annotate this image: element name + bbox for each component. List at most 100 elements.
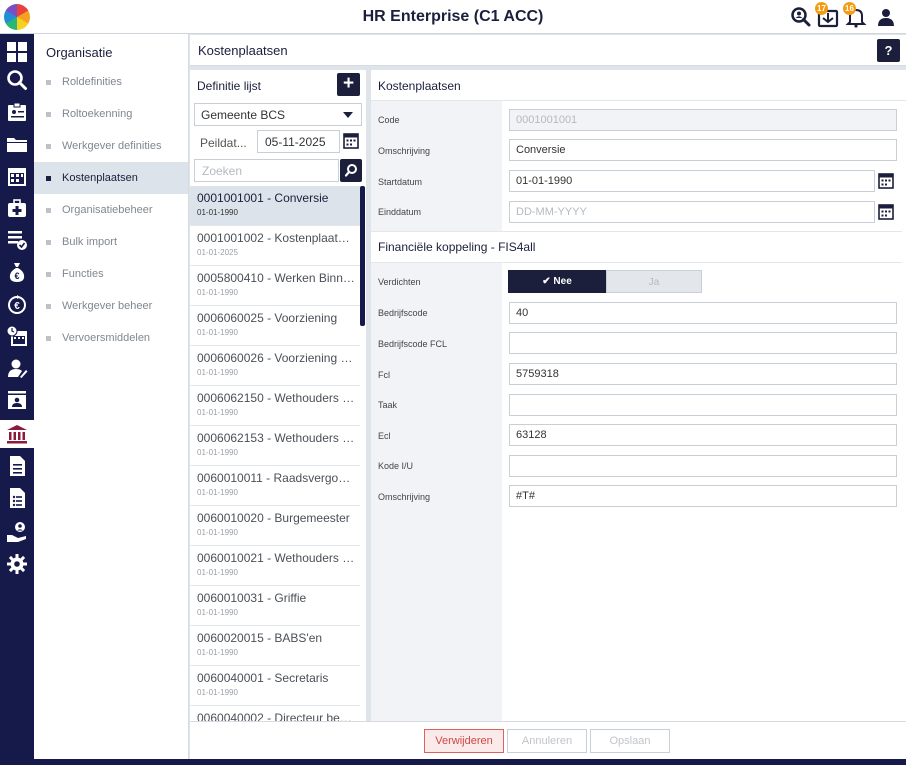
add-button[interactable]: + — [337, 73, 360, 96]
list-item-title: 0005800410 - Werken Binnen... — [197, 271, 355, 285]
bank-icon[interactable] — [0, 420, 34, 448]
hand-person-icon[interactable] — [3, 518, 31, 546]
person-edit-icon[interactable] — [3, 354, 31, 382]
list-item-date: 01-01-1990 — [197, 648, 238, 657]
list-item[interactable]: 0060010021 - Wethouders (v... 01-01-1990 — [190, 546, 360, 586]
cancel-button[interactable]: Annuleren — [507, 729, 587, 753]
nav-item-functies[interactable]: Functies — [34, 258, 188, 290]
nav-item-label: Roltoekenning — [62, 108, 133, 120]
search-button[interactable] — [340, 159, 362, 182]
list-item[interactable]: 0006062150 - Wethouders vo... 01-01-1990 — [190, 386, 360, 426]
app-title: HR Enterprise (C1 ACC) — [362, 8, 544, 25]
page-title: Kostenplaatsen — [198, 43, 288, 58]
fcl-label: Fcl — [378, 370, 390, 380]
calendar-icon[interactable] — [877, 172, 895, 190]
search-user-icon[interactable] — [790, 6, 812, 28]
list-item[interactable]: 0001001001 - Conversie 01-01-1990 — [190, 186, 360, 226]
help-button[interactable]: ? — [877, 39, 900, 62]
inbox-icon[interactable]: 17 — [815, 2, 839, 28]
nav-bullet — [46, 272, 51, 277]
startdatum-field[interactable]: 01-01-1990 — [509, 170, 875, 192]
ecl-field[interactable]: 63128 — [509, 424, 897, 446]
einddatum-field[interactable]: DD-MM-YYYY — [509, 201, 875, 223]
gear-icon[interactable] — [3, 550, 31, 578]
organization-select[interactable]: Gemeente BCS — [194, 103, 362, 126]
kode-iu-field[interactable] — [509, 455, 897, 477]
search-icon[interactable] — [3, 66, 31, 94]
medical-kit-icon[interactable] — [3, 194, 31, 222]
list-item-date: 01-01-1990 — [197, 208, 238, 217]
taak-field[interactable] — [509, 394, 897, 416]
svg-text:€: € — [14, 301, 20, 312]
nav-item-bulk-import[interactable]: Bulk import — [34, 226, 188, 258]
contact-card-icon[interactable] — [3, 386, 31, 414]
nav-item-organisatiebeheer[interactable]: Organisatiebeheer — [34, 194, 188, 226]
top-bar: HR Enterprise (C1 ACC) 17 16 — [0, 0, 906, 34]
omschrijving-fis-field[interactable]: #T# — [509, 485, 897, 507]
verdichten-ja-toggle[interactable]: Ja — [606, 270, 702, 293]
bedrijfscode-label: Bedrijfscode — [378, 308, 428, 318]
list-item[interactable]: 0060010011 - Raadsvergoeding 01-01-1990 — [190, 466, 360, 506]
list-item[interactable]: 0060020015 - BABS'en 01-01-1990 — [190, 626, 360, 666]
bell-icon[interactable]: 16 — [843, 2, 867, 28]
bedrijfscode-fcl-label: Bedrijfscode FCL — [378, 339, 448, 349]
nav-bullet — [46, 80, 51, 85]
list-item[interactable]: 0006060026 - Voorziening alg... 01-01-199… — [190, 346, 360, 386]
list-item[interactable]: 0006060025 - Voorziening 01-01-1990 — [190, 306, 360, 346]
calendar-icon[interactable] — [342, 132, 360, 150]
list-item[interactable]: 0060010020 - Burgemeester 01-01-1990 — [190, 506, 360, 546]
list-item[interactable]: 0006062153 - Wethouders W... 01-01-1990 — [190, 426, 360, 466]
list-item-title: 0060010021 - Wethouders (v... — [197, 551, 355, 565]
nav-item-label: Vervoersmiddelen — [62, 332, 151, 344]
nav-item-label: Werkgever definities — [62, 140, 162, 152]
nav-item-werkgever-definities[interactable]: Werkgever definities — [34, 130, 188, 162]
detail-title: Kostenplaatsen — [378, 79, 461, 93]
list-item-title: 0006062153 - Wethouders W... — [197, 431, 355, 445]
startdatum-label: Startdatum — [378, 177, 423, 187]
list-scrollbar[interactable] — [360, 186, 365, 326]
search-input[interactable]: Zoeken — [194, 159, 339, 182]
save-button[interactable]: Opslaan — [590, 729, 670, 753]
list-item[interactable]: 0005800410 - Werken Binnen... 01-01-1990 — [190, 266, 360, 306]
omschrijving-field[interactable]: Conversie — [509, 139, 897, 161]
id-badge-icon[interactable] — [3, 98, 31, 126]
ecl-label: Ecl — [378, 431, 391, 441]
calendar-icon[interactable] — [3, 162, 31, 190]
euro-cycle-icon[interactable]: € — [3, 290, 31, 318]
verdichten-nee-toggle[interactable]: ✔ Nee — [508, 270, 606, 293]
list-item[interactable]: 0060010031 - Griffie 01-01-1990 — [190, 586, 360, 626]
verdichten-label: Verdichten — [378, 277, 421, 287]
checklist-icon[interactable] — [3, 226, 31, 254]
list-item-date: 01-01-1990 — [197, 448, 238, 457]
list-item[interactable]: 0001001002 - Kostenplaats al... 01-01-202… — [190, 226, 360, 266]
nav-item-kostenplaatsen[interactable]: Kostenplaatsen — [34, 162, 188, 194]
dashboard-icon[interactable] — [3, 38, 31, 66]
list-item-title: 0060040001 - Secretaris — [197, 671, 329, 685]
document-icon[interactable] — [3, 452, 31, 480]
list-item-title: 0006062150 - Wethouders vo... — [197, 391, 355, 405]
user-icon[interactable] — [875, 6, 897, 28]
bedrijfscode-field[interactable]: 40 — [509, 302, 897, 324]
nav-item-roltoekenning[interactable]: Roltoekenning — [34, 98, 188, 130]
list-item-title: 0060020015 - BABS'en — [197, 631, 323, 645]
folder-icon[interactable] — [3, 130, 31, 158]
section-nav: Organisatie Roldefinities Roltoekenning … — [34, 34, 189, 765]
einddatum-label: Einddatum — [378, 207, 422, 217]
list-item[interactable]: 0060040001 - Secretaris 01-01-1990 — [190, 666, 360, 706]
detail-panel: Kostenplaatsen Code 0001001001 Omschrijv… — [371, 70, 906, 721]
content-header: Kostenplaatsen ? — [190, 35, 906, 66]
money-bag-icon[interactable]: € — [3, 258, 31, 286]
peildatum-input[interactable]: 05-11-2025 — [257, 130, 340, 153]
list-item-title: 0006060025 - Voorziening — [197, 311, 338, 325]
bedrijfscode-fcl-field[interactable] — [509, 332, 897, 354]
fcl-field[interactable]: 5759318 — [509, 363, 897, 385]
list-item-date: 01-01-1990 — [197, 328, 238, 337]
nav-item-werkgever-beheer[interactable]: Werkgever beheer — [34, 290, 188, 322]
document-list-icon[interactable] — [3, 484, 31, 512]
list-item[interactable]: 0060040002 - Directeur bedrij...01-01-19… — [190, 706, 360, 721]
time-calendar-icon[interactable] — [3, 322, 31, 350]
delete-button[interactable]: Verwijderen — [424, 729, 504, 753]
nav-item-vervoersmiddelen[interactable]: Vervoersmiddelen — [34, 322, 188, 354]
nav-item-roldefinities[interactable]: Roldefinities — [34, 66, 188, 98]
calendar-icon[interactable] — [877, 203, 895, 221]
